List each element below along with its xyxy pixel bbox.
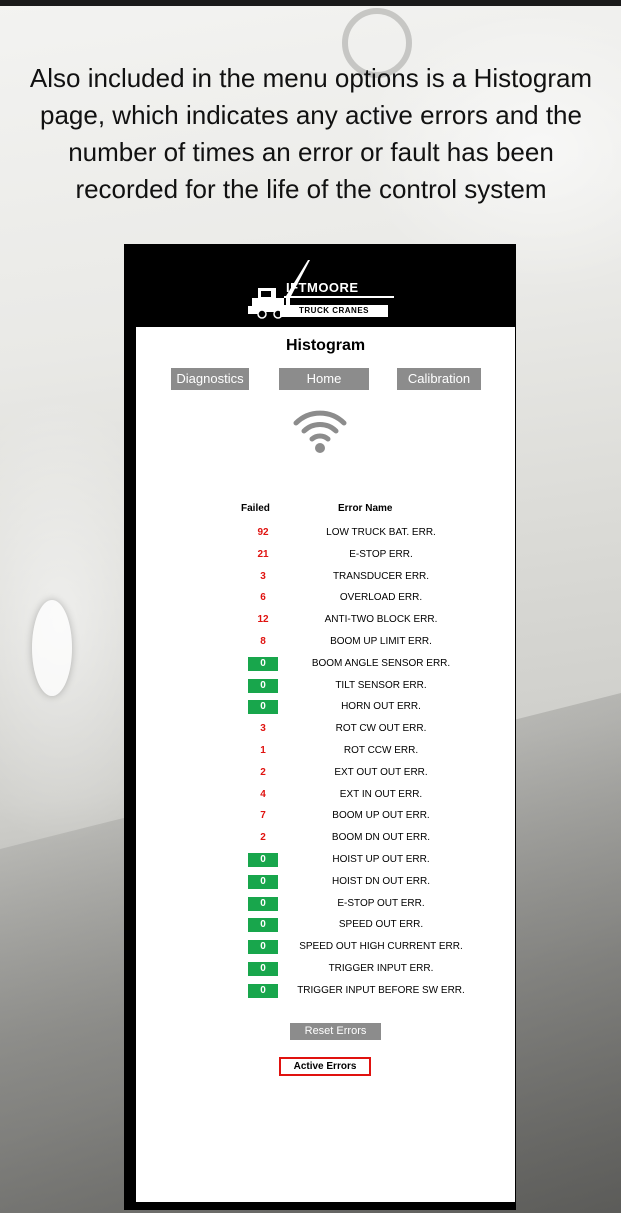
histogram-screen: Histogram Diagnostics Home Calibration F…	[136, 327, 515, 1202]
error-row: 7 BOOM UP OUT ERR.	[136, 807, 515, 829]
calibration-button[interactable]: Calibration	[397, 368, 481, 390]
error-row: 0 BOOM ANGLE SENSOR ERR.	[136, 655, 515, 677]
error-row: 0 SPEED OUT HIGH CURRENT ERR.	[136, 938, 515, 960]
error-count: 6	[260, 592, 266, 604]
error-row: 3 TRANSDUCER ERR.	[136, 568, 515, 590]
error-row: 1 ROT CCW ERR.	[136, 742, 515, 764]
error-name: LOW TRUCK BAT. ERR.	[326, 527, 436, 538]
error-count-ok-badge: 0	[248, 700, 278, 715]
logo-wordmark: IFTMOORE	[284, 280, 394, 298]
error-count: 2	[260, 766, 266, 778]
top-strip	[0, 0, 621, 6]
error-count: 1	[260, 744, 266, 756]
error-row: 4 EXT IN OUT ERR.	[136, 786, 515, 808]
error-count: 12	[257, 614, 269, 626]
error-name: E-STOP ERR.	[349, 548, 413, 560]
error-name: BOOM UP LIMIT ERR.	[330, 635, 432, 647]
failed-column-header: Failed	[241, 503, 270, 514]
error-count-ok-badge: 0	[248, 918, 278, 933]
error-count-ok-badge: 0	[248, 852, 278, 867]
liftmoore-logo: IFTMOORE TRUCK CRANES	[124, 244, 516, 326]
error-row: 2 EXT OUT OUT ERR.	[136, 764, 515, 786]
caption-line-3: number of times an error or fault has be…	[68, 137, 554, 167]
error-count: 3	[260, 570, 266, 582]
error-count-ok-badge: 0	[248, 896, 278, 911]
error-count: 7	[260, 810, 266, 822]
error-name: BOOM DN OUT ERR.	[331, 832, 431, 844]
caption-line-2: page, which indicates any active errors …	[40, 100, 582, 130]
error-name: SPEED OUT HIGH CURRENT ERR.	[299, 941, 463, 953]
error-name: TRIGGER INPUT ERR.	[328, 962, 434, 974]
error-name: HORN OUT ERR.	[341, 701, 421, 713]
error-row: 8 BOOM UP LIMIT ERR.	[136, 633, 515, 655]
error-name: HOIST DN OUT ERR.	[332, 875, 430, 887]
diagnostics-button[interactable]: Diagnostics	[171, 368, 249, 390]
error-name: E-STOP OUT ERR.	[337, 897, 425, 909]
error-name: SPEED OUT ERR.	[338, 919, 424, 931]
error-count: 2	[260, 832, 266, 844]
caption-line-1: Also included in the menu options is a H…	[29, 63, 593, 93]
error-count-ok-badge: 0	[248, 961, 278, 976]
error-count: 92	[257, 527, 269, 538]
error-count-ok-badge: 0	[248, 656, 278, 671]
error-name: ROT CW OUT ERR.	[335, 723, 427, 735]
error-count: 4	[260, 788, 266, 800]
error-row: 0 HORN OUT ERR.	[136, 698, 515, 720]
error-count-ok-badge: 0	[248, 983, 278, 998]
error-row: 0 E-STOP OUT ERR.	[136, 895, 515, 917]
reset-errors-button[interactable]: Reset Errors	[290, 1023, 381, 1040]
error-row: 0 TRIGGER INPUT BEFORE SW ERR.	[136, 982, 515, 1004]
background-light	[32, 600, 72, 696]
error-name: BOOM ANGLE SENSOR ERR.	[311, 657, 451, 669]
error-list: 92 LOW TRUCK BAT. ERR. 21 E-STOP ERR. 3 TRANS…	[136, 524, 515, 1004]
device-frame: IFTMOORE TRUCK CRANES Histogram Diagnost…	[124, 244, 516, 1210]
error-row: 92 LOW TRUCK BAT. ERR.	[136, 524, 515, 546]
error-count-ok-badge: 0	[248, 940, 278, 955]
error-name: TRANSDUCER ERR.	[332, 570, 430, 582]
wifi-icon	[293, 410, 347, 453]
error-row: 12 ANTI-TWO BLOCK ERR.	[136, 611, 515, 633]
error-row: 2 BOOM DN OUT ERR.	[136, 829, 515, 851]
error-name: HOIST UP OUT ERR.	[332, 853, 430, 865]
error-row: 0 HOIST DN OUT ERR.	[136, 873, 515, 895]
logo-subtitle: TRUCK CRANES	[280, 305, 388, 317]
error-row: 0 TILT SENSOR ERR.	[136, 677, 515, 699]
error-count-ok-badge: 0	[248, 874, 278, 889]
error-row: 6 OVERLOAD ERR.	[136, 589, 515, 611]
page-title: Histogram	[285, 337, 366, 354]
error-row: 0 TRIGGER INPUT ERR.	[136, 960, 515, 982]
error-row: 0 HOIST UP OUT ERR.	[136, 851, 515, 873]
error-row: 21 E-STOP ERR.	[136, 546, 515, 568]
caption-line-4: recorded for the life of the control sys…	[75, 174, 547, 204]
error-count: 8	[260, 635, 266, 647]
error-name: BOOM UP OUT ERR.	[332, 810, 430, 822]
error-name: TILT SENSOR ERR.	[335, 679, 427, 691]
error-name-column-header: Error Name	[338, 503, 393, 514]
error-name: ROT CCW ERR.	[343, 744, 419, 756]
error-name: OVERLOAD ERR.	[339, 592, 423, 604]
error-name: EXT OUT OUT ERR.	[334, 766, 428, 778]
error-name: EXT IN OUT ERR.	[339, 788, 423, 800]
error-row: 0 SPEED OUT ERR.	[136, 916, 515, 938]
error-count-ok-badge: 0	[248, 678, 278, 693]
error-name: ANTI-TWO BLOCK ERR.	[324, 614, 438, 626]
error-count: 3	[260, 723, 266, 735]
error-count: 21	[257, 548, 269, 560]
intro-caption: Also included in the menu options is a H…	[0, 60, 621, 208]
active-errors-button[interactable]: Active Errors	[279, 1057, 371, 1076]
error-row: 3 ROT CW OUT ERR.	[136, 720, 515, 742]
home-button[interactable]: Home	[279, 368, 369, 390]
error-name: TRIGGER INPUT BEFORE SW ERR.	[297, 984, 465, 996]
